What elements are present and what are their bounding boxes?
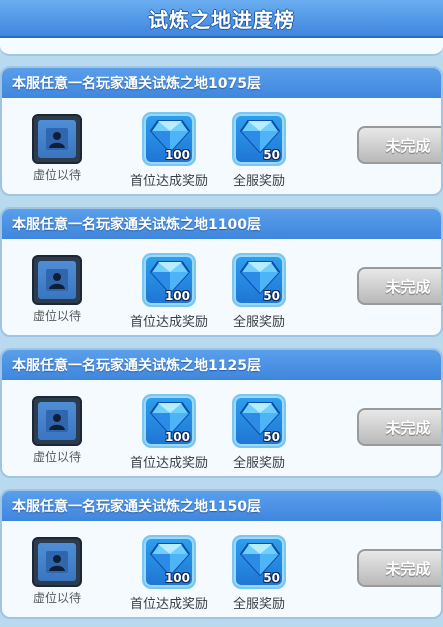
server-reward[interactable]: 50 全服奖励 xyxy=(214,535,304,612)
first-reward[interactable]: 100 首位达成奖励 xyxy=(124,394,214,471)
card-goal-text: 本服任意一名玩家通关试炼之地1125层 xyxy=(12,358,261,374)
reward-count: 50 xyxy=(263,571,280,585)
reward-label: 全服奖励 xyxy=(232,456,285,471)
title-bar: 试炼之地进度榜 xyxy=(0,0,443,38)
card-header: 本服任意一名玩家通关试炼之地1075层 xyxy=(2,68,441,98)
card-goal-text: 本服任意一名玩家通关试炼之地1100层 xyxy=(12,217,261,233)
reward-label: 全服奖励 xyxy=(232,174,285,189)
first-reward[interactable]: 100 首位达成奖励 xyxy=(124,253,214,330)
server-reward[interactable]: 50 全服奖励 xyxy=(214,112,304,189)
reward-count: 50 xyxy=(263,430,280,444)
reward-label: 首位达成奖励 xyxy=(129,456,208,471)
reward-count: 100 xyxy=(164,430,190,444)
progress-card: 本服任意一名玩家通关试炼之地1075层 虚位以待 100 首位达成奖励 50 全… xyxy=(0,66,443,196)
server-reward[interactable]: 50 全服奖励 xyxy=(214,394,304,471)
first-reward[interactable]: 100 首位达成奖励 xyxy=(124,112,214,189)
progress-list[interactable]: 本服任意一名玩家通关试炼之地1075层 虚位以待 100 首位达成奖励 50 全… xyxy=(0,66,443,627)
card-goal-text: 本服任意一名玩家通关试炼之地1150层 xyxy=(12,499,261,515)
person-icon xyxy=(46,551,68,573)
first-player-slot[interactable]: 虚位以待 xyxy=(30,396,84,465)
avatar xyxy=(32,114,82,164)
reward-label: 全服奖励 xyxy=(232,315,285,330)
reward-count: 50 xyxy=(263,148,280,162)
progress-card: 本服任意一名玩家通关试炼之地1150层 虚位以待 100 首位达成奖励 50 全… xyxy=(0,489,443,619)
page-title: 试炼之地进度榜 xyxy=(148,7,295,32)
status-button[interactable]: 未完成 xyxy=(357,408,441,446)
avatar xyxy=(32,255,82,305)
person-icon xyxy=(46,128,68,150)
card-header: 本服任意一名玩家通关试炼之地1125层 xyxy=(2,350,441,380)
status-button[interactable]: 未完成 xyxy=(357,549,441,587)
card-goal-text: 本服任意一名玩家通关试炼之地1075层 xyxy=(12,76,261,92)
reward-label: 全服奖励 xyxy=(232,597,285,612)
first-player-slot[interactable]: 虚位以待 xyxy=(30,537,84,606)
first-player-slot[interactable]: 虚位以待 xyxy=(30,255,84,324)
avatar xyxy=(32,537,82,587)
avatar-placeholder-label: 虚位以待 xyxy=(32,309,81,323)
status-button[interactable]: 未完成 xyxy=(357,267,441,305)
avatar-placeholder-label: 虚位以待 xyxy=(32,450,81,464)
reward-label: 首位达成奖励 xyxy=(129,174,208,189)
first-reward[interactable]: 100 首位达成奖励 xyxy=(124,535,214,612)
person-icon xyxy=(46,269,68,291)
reward-label: 首位达成奖励 xyxy=(129,597,208,612)
status-button[interactable]: 未完成 xyxy=(357,126,441,164)
card-header: 本服任意一名玩家通关试炼之地1100层 xyxy=(2,209,441,239)
avatar xyxy=(32,396,82,446)
reward-count: 100 xyxy=(164,148,190,162)
reward-count: 100 xyxy=(164,571,190,585)
previous-card-stub xyxy=(0,38,443,56)
reward-count: 100 xyxy=(164,289,190,303)
progress-card: 本服任意一名玩家通关试炼之地1100层 虚位以待 100 首位达成奖励 50 全… xyxy=(0,207,443,337)
progress-card: 本服任意一名玩家通关试炼之地1125层 虚位以待 100 首位达成奖励 50 全… xyxy=(0,348,443,478)
reward-count: 50 xyxy=(263,289,280,303)
server-reward[interactable]: 50 全服奖励 xyxy=(214,253,304,330)
card-header: 本服任意一名玩家通关试炼之地1150层 xyxy=(2,491,441,521)
reward-label: 首位达成奖励 xyxy=(129,315,208,330)
person-icon xyxy=(46,410,68,432)
avatar-placeholder-label: 虚位以待 xyxy=(32,591,81,605)
first-player-slot[interactable]: 虚位以待 xyxy=(30,114,84,183)
avatar-placeholder-label: 虚位以待 xyxy=(32,168,81,182)
